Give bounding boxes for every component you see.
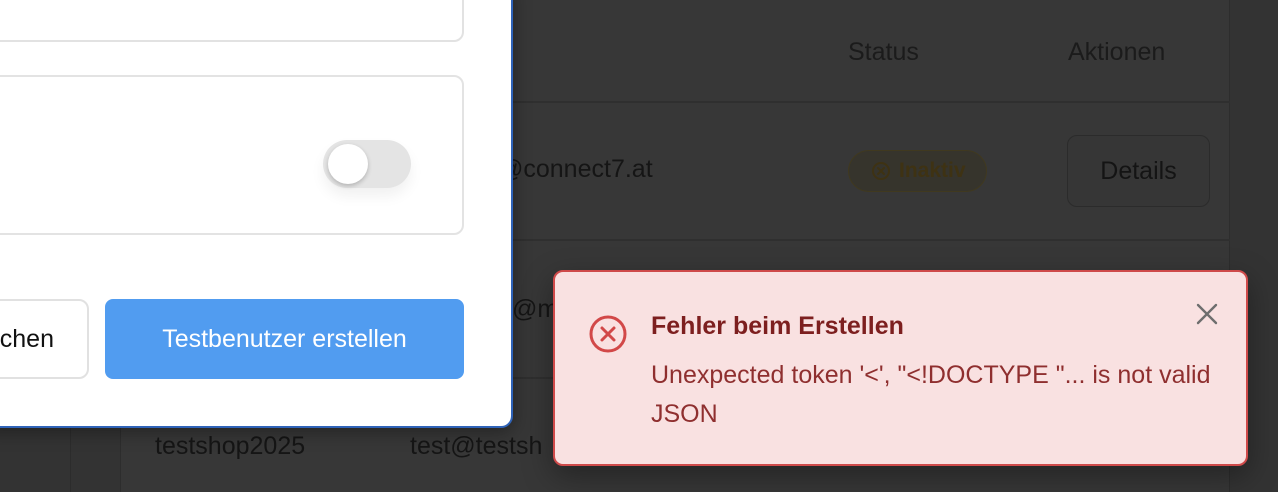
create-test-user-button[interactable]: Testbenutzer erstellen bbox=[105, 299, 464, 379]
form-field[interactable] bbox=[0, 0, 464, 42]
details-button[interactable]: Details bbox=[1067, 135, 1210, 207]
table-cell-email: test@testsh bbox=[410, 432, 543, 460]
cancel-button[interactable]: Abbrechen bbox=[0, 299, 89, 379]
error-toast: Fehler beim Erstellen Unexpected token '… bbox=[553, 270, 1248, 466]
column-header-status: Status bbox=[848, 38, 919, 66]
toggle-knob bbox=[328, 144, 368, 184]
table-cell-username: testshop2025 bbox=[155, 432, 306, 460]
toast-title: Fehler beim Erstellen bbox=[651, 312, 904, 340]
inactive-circle-x-icon bbox=[872, 162, 890, 180]
column-header-actions: Aktionen bbox=[1068, 38, 1166, 66]
toast-message: Unexpected token '<', "<!DOCTYPE "... is… bbox=[651, 361, 1211, 428]
active-toggle-switch[interactable] bbox=[323, 140, 411, 188]
close-toast-button[interactable] bbox=[1191, 298, 1223, 330]
close-icon bbox=[1196, 303, 1218, 325]
toggle-setting-card bbox=[0, 75, 464, 235]
status-badge: Inaktiv bbox=[848, 150, 987, 192]
create-test-user-dialog: Abbrechen Testbenutzer erstellen bbox=[0, 0, 513, 428]
page-divider bbox=[70, 428, 71, 492]
error-circle-x-icon bbox=[589, 315, 627, 353]
status-badge-label: Inaktiv bbox=[899, 159, 966, 182]
table-cell-email: @connect7.at bbox=[498, 155, 653, 183]
